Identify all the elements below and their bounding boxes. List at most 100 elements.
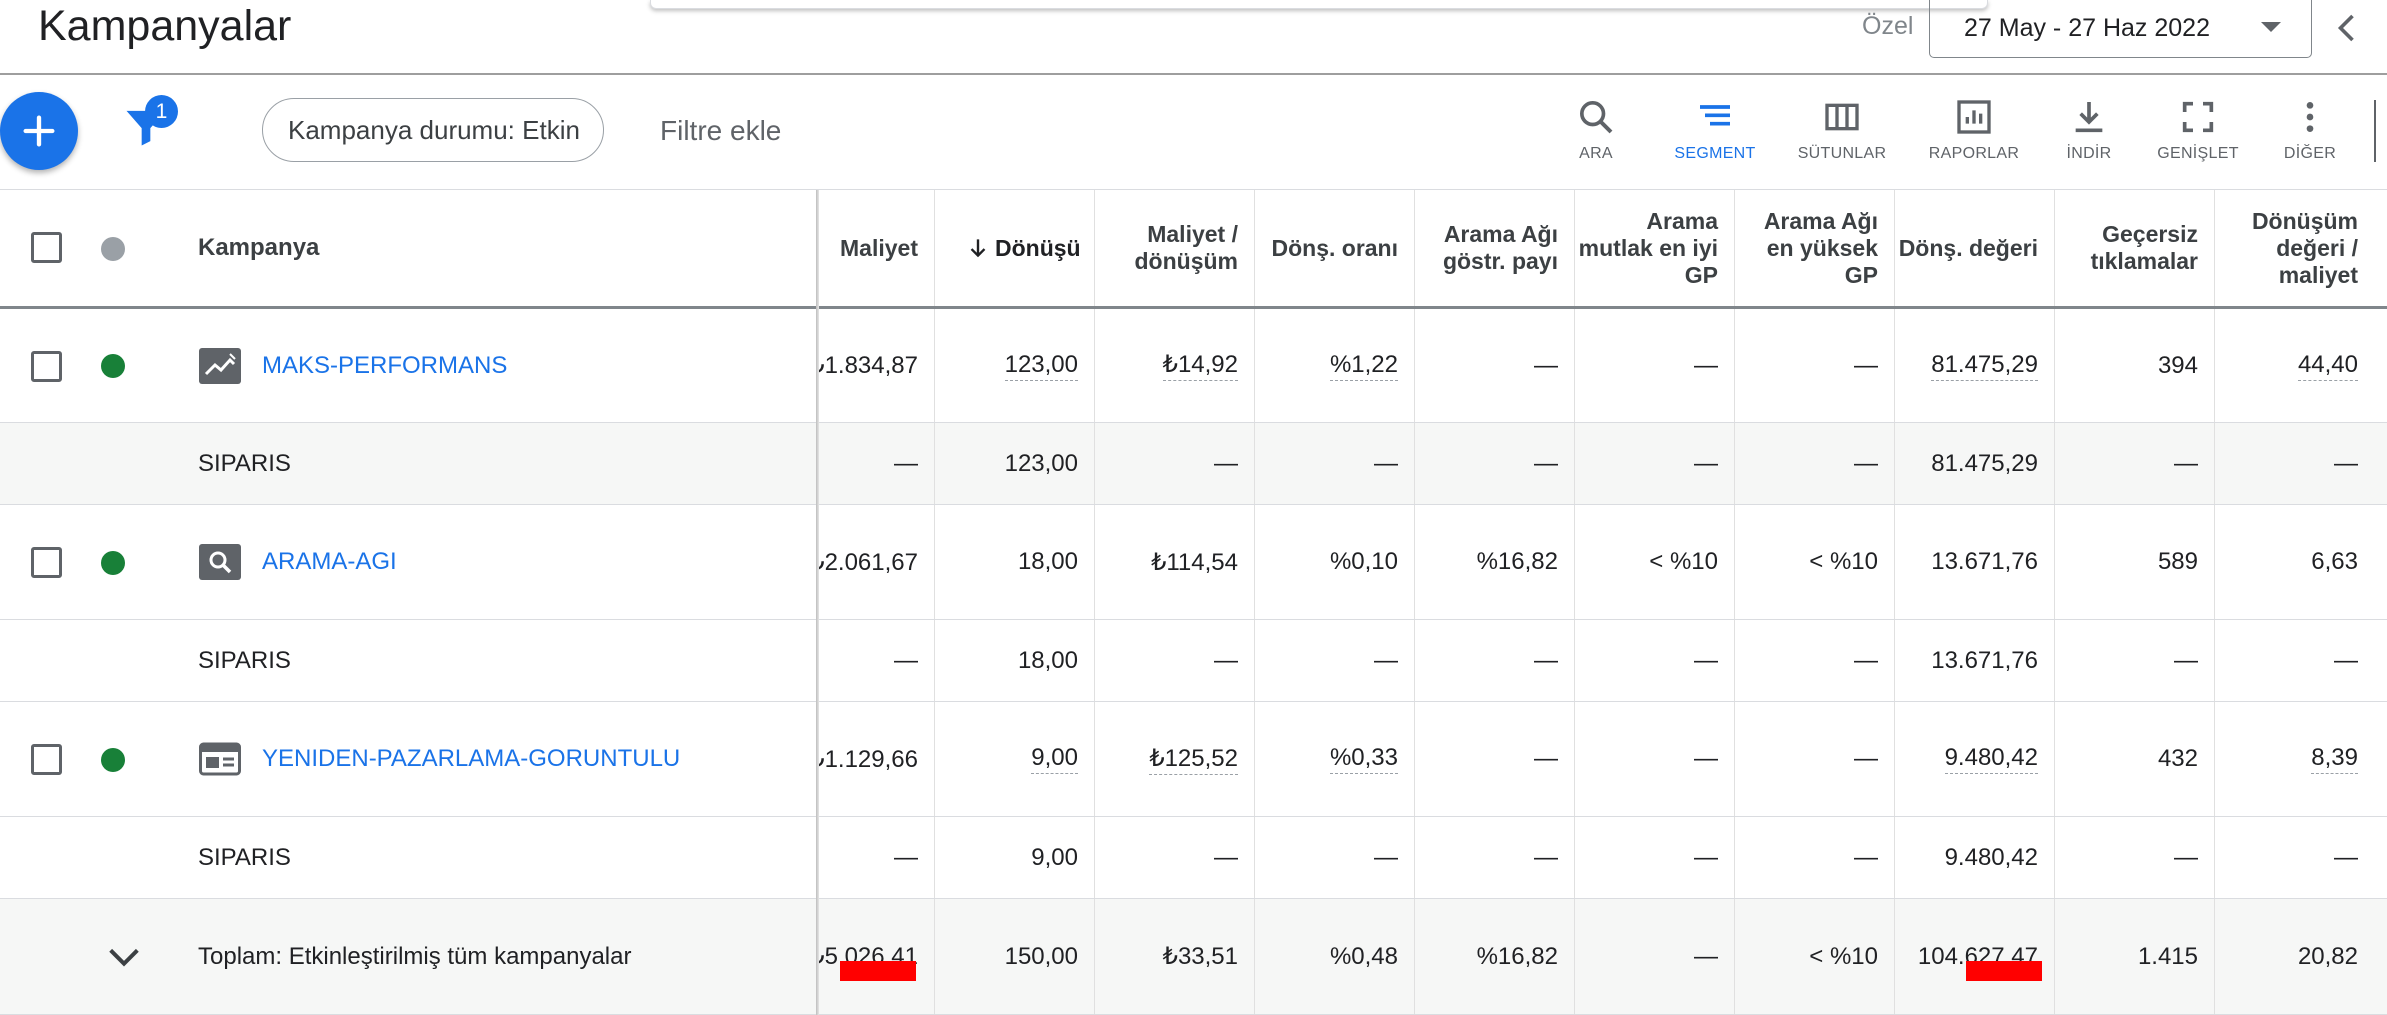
campaign-link[interactable]: MAKS-PERFORMANS	[262, 352, 507, 380]
expand-label: GENİŞLET	[2157, 145, 2239, 162]
more-button[interactable]: DİĞER	[2284, 97, 2336, 177]
cell-dons-orani: —	[1254, 817, 1414, 898]
cell-donusum: 123,00	[934, 309, 1094, 422]
segment-button[interactable]: SEGMENT	[1674, 97, 1756, 177]
cell-dons-orani: %0,33	[1254, 702, 1414, 816]
chevron-down-icon[interactable]	[104, 937, 144, 977]
cell-donusum-degeri-maliyet: —	[2214, 817, 2374, 898]
cell-donusum: 150,00	[934, 899, 1094, 1014]
cell-arama-mutlak: < %10	[1574, 505, 1734, 619]
segment-row: SIPARIS — 123,00 — — — — — 81.475,29 — —	[0, 423, 2387, 505]
add-filter-button[interactable]: Filtre ekle	[660, 115, 781, 147]
columns-button[interactable]: SÜTUNLAR	[1797, 97, 1887, 177]
col-header-maliyet-donusum[interactable]: Maliyet / dönüşüm	[1094, 190, 1254, 306]
cell-arama-en-yuksek: —	[1734, 423, 1894, 504]
cell-maliyet-value: ₺1.834,87	[816, 352, 918, 379]
performance-max-icon	[199, 348, 241, 384]
col-header-arama-mutlak[interactable]: Arama mutlak en iyi GP	[1574, 190, 1734, 306]
cell-gecersiz: 1.415	[2054, 899, 2214, 1014]
cell-maliyet-donusum-value[interactable]: ₺14,92	[1162, 350, 1238, 381]
col-header-gecersiz[interactable]: Geçersiz tıklamalar	[2054, 190, 2214, 306]
page-title: Kampanyalar	[38, 2, 292, 50]
chevron-left-icon[interactable]	[2330, 8, 2366, 48]
cell-donusum: 9,00	[934, 817, 1094, 898]
cell-arama-agi-gostr: %16,82	[1414, 505, 1574, 619]
col-header-dons-orani[interactable]: Dönş. oranı	[1254, 190, 1414, 306]
campaign-link[interactable]: YENIDEN-PAZARLAMA-GORUNTULU	[262, 745, 680, 773]
cell-dons-degeri-value[interactable]: 81.475,29	[1931, 351, 2038, 381]
cell-donusum-value[interactable]: 9,00	[1031, 744, 1078, 774]
cell-maliyet-donusum: —	[1094, 423, 1254, 504]
page-header: Kampanyalar Özel 27 May - 27 Haz 2022	[0, 0, 2387, 75]
cell-dons-orani-value[interactable]: %1,22	[1329, 351, 1398, 381]
segment-label: SIPARIS	[198, 647, 291, 674]
col-header-campaign[interactable]: Kampanya	[198, 234, 319, 262]
status-enabled-icon[interactable]	[101, 551, 125, 575]
download-icon	[2075, 102, 2103, 133]
download-button[interactable]: İNDİR	[2066, 97, 2112, 177]
cell-dons-orani-value[interactable]: %0,33	[1329, 744, 1398, 774]
arrow-down-icon	[970, 239, 986, 258]
frozen-column-divider	[816, 190, 819, 1015]
table-row: MAKS-PERFORMANS ₺1.834,87 123,00 ₺14,92 …	[0, 309, 2387, 423]
cell-maliyet: ₺1.129,66	[816, 702, 934, 816]
cell-maliyet: ₺1.834,87	[816, 309, 934, 422]
col-header-maliyet[interactable]: Maliyet	[816, 190, 934, 306]
total-row: Toplam: Etkinleştirilmiş tüm kampanyalar…	[0, 899, 2387, 1015]
cell-donusum-degeri-maliyet: 20,82	[2214, 899, 2374, 1014]
status-enabled-icon[interactable]	[101, 748, 125, 772]
expand-button[interactable]: GENİŞLET	[2157, 97, 2239, 177]
cell-arama-en-yuksek: < %10	[1734, 505, 1894, 619]
col-header-donusum-degeri-maliyet[interactable]: Dönüşüm değeri / maliyet	[2214, 190, 2374, 306]
cell-maliyet: —	[894, 449, 918, 477]
cell-dons-orani: —	[1254, 423, 1414, 504]
cell-maliyet-donusum: ₺114,54	[1094, 505, 1254, 619]
select-all-checkbox[interactable]	[31, 232, 62, 263]
cell-maliyet-value: ₺2.061,67	[816, 548, 918, 576]
cell-maliyet-donusum-value[interactable]: ₺125,52	[1149, 744, 1238, 775]
cell-arama-en-yuksek: —	[1734, 309, 1894, 422]
row-checkbox[interactable]	[31, 351, 62, 382]
cell-maliyet: —	[894, 646, 918, 674]
cell-gecersiz: —	[2054, 817, 2214, 898]
row-checkbox[interactable]	[31, 744, 62, 775]
status-enabled-icon[interactable]	[101, 354, 125, 378]
segment-label: SIPARIS	[198, 844, 291, 871]
date-range-picker[interactable]: 27 May - 27 Haz 2022	[1929, 0, 2312, 58]
row-checkbox[interactable]	[31, 547, 62, 578]
more-label: DİĞER	[2283, 145, 2337, 162]
col-header-dons-degeri[interactable]: Dönş. değeri	[1894, 190, 2054, 306]
col-header-arama-en-yuksek[interactable]: Arama Ağı en yüksek GP	[1734, 190, 1894, 306]
cell-donusum-degeri-maliyet: 8,39	[2214, 702, 2374, 816]
total-label: Toplam: Etkinleştirilmiş tüm kampanyalar	[198, 943, 632, 970]
filter-chip-campaign-status[interactable]: Kampanya durumu: Etkin	[262, 98, 604, 162]
col-header-arama-agi-gostr[interactable]: Arama Ağı göstr. payı	[1414, 190, 1574, 306]
popup-menu-edge	[650, 0, 1988, 9]
cell-arama-en-yuksek: < %10	[1734, 899, 1894, 1014]
campaign-link[interactable]: ARAMA-AGI	[262, 548, 397, 576]
cell-dons-orani: %0,48	[1254, 899, 1414, 1014]
segment-row: SIPARIS — 9,00 — — — — — 9.480,42 — —	[0, 817, 2387, 899]
col-header-donusum-label: Dönüşü	[995, 234, 1081, 261]
reports-button[interactable]: RAPORLAR	[1929, 97, 2019, 177]
cell-dons-degeri: 9.480,42	[1894, 702, 2054, 816]
cell-dons-degeri-value[interactable]: 9.480,42	[1944, 744, 2038, 774]
cell-dons-degeri: 81.475,29	[1894, 309, 2054, 422]
cell-donusum-degeri-maliyet-value[interactable]: 8,39	[2311, 744, 2358, 774]
cell-donusum-degeri-maliyet: —	[2214, 423, 2374, 504]
cell-donusum: 18,00	[934, 505, 1094, 619]
cell-arama-agi-gostr: —	[1414, 620, 1574, 701]
cell-maliyet-value: ₺1.129,66	[816, 745, 918, 773]
columns-label: SÜTUNLAR	[1797, 145, 1887, 162]
search-icon	[1580, 101, 1613, 134]
search-button[interactable]: ARA	[1576, 97, 1616, 177]
cell-maliyet: ₺2.061,67	[816, 505, 934, 619]
cell-maliyet: ₺5.026,41	[816, 899, 934, 1014]
add-campaign-button[interactable]	[0, 92, 78, 170]
cell-donusum-degeri-maliyet-value[interactable]: 44,40	[2297, 351, 2358, 381]
cell-gecersiz: —	[2054, 620, 2214, 701]
cell-donusum-value[interactable]: 123,00	[1004, 351, 1078, 381]
col-header-donusum[interactable]: Dönüşü	[934, 190, 1094, 306]
cell-dons-orani: %0,10	[1254, 505, 1414, 619]
segment-label: SEGMENT	[1674, 145, 1756, 162]
